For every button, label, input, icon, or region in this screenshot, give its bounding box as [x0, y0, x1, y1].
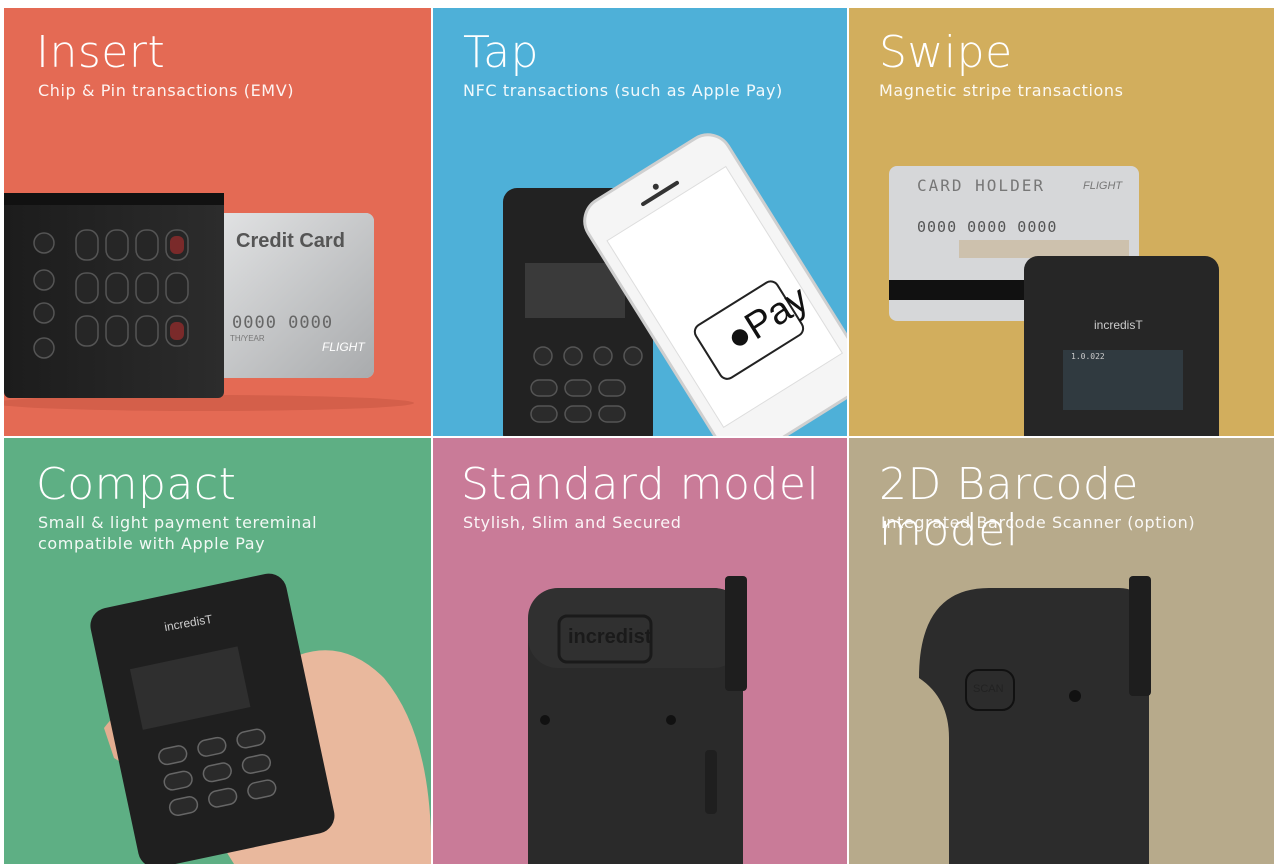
- card-number: 0000 0000 0000: [917, 218, 1058, 236]
- card-brand: FLIGHT: [322, 340, 365, 354]
- card-holder: CARD HOLDER: [917, 176, 1045, 195]
- panel-subtitle: Small & light payment tereminal compatib…: [38, 512, 317, 554]
- panel-title: Standard model: [461, 459, 820, 510]
- panel-title: Swipe: [879, 27, 1013, 78]
- panel-title: Compact: [36, 459, 237, 510]
- panel-subtitle: Stylish, Slim and Secured: [463, 513, 682, 532]
- panel-subtitle: NFC transactions (such as Apple Pay): [463, 81, 783, 100]
- scan-button[interactable]: SCAN: [973, 683, 1004, 695]
- subtitle-line-2: compatible with Apple Pay: [38, 534, 266, 553]
- panel-subtitle: Magnetic stripe transactions: [879, 81, 1124, 100]
- card-expiry-label: TH/YEAR: [230, 334, 265, 343]
- screen-line: 1.0.022: [1071, 352, 1105, 361]
- panel-subtitle: Integrated Barcode Scanner (option): [881, 513, 1196, 532]
- panel-tap: ●Pay Tap NFC transactions (such as Apple…: [433, 8, 847, 436]
- feature-grid: Credit Card 0000 0000 TH/YEAR FLIGHT Ins…: [0, 0, 1278, 864]
- panel-standard-model: incredist Standard model Stylish, Slim a…: [433, 438, 847, 864]
- panel-subtitle: Chip & Pin transactions (EMV): [38, 81, 295, 100]
- card-number: 0000 0000: [232, 313, 334, 333]
- card-label: Credit Card: [236, 230, 345, 252]
- panel-title: Insert: [36, 27, 166, 78]
- subtitle-line-1: Small & light payment tereminal: [38, 513, 318, 532]
- device-brand: incredisT: [1094, 318, 1143, 332]
- embossed-logo: incredist: [568, 626, 652, 648]
- panel-swipe: CARD HOLDER 0000 0000 0000 FLIGHT incred…: [849, 8, 1274, 436]
- panel-title: 2D Barcode model: [879, 459, 1139, 556]
- panel-title: Tap: [463, 27, 539, 78]
- panel-barcode-model: SCAN 2D Barcode model Integrated Barcode…: [849, 438, 1274, 864]
- panel-compact: incredisT Compact Small & light payment …: [4, 438, 431, 864]
- card-brand: FLIGHT: [1083, 180, 1123, 192]
- panel-insert: Credit Card 0000 0000 TH/YEAR FLIGHT Ins…: [4, 8, 431, 436]
